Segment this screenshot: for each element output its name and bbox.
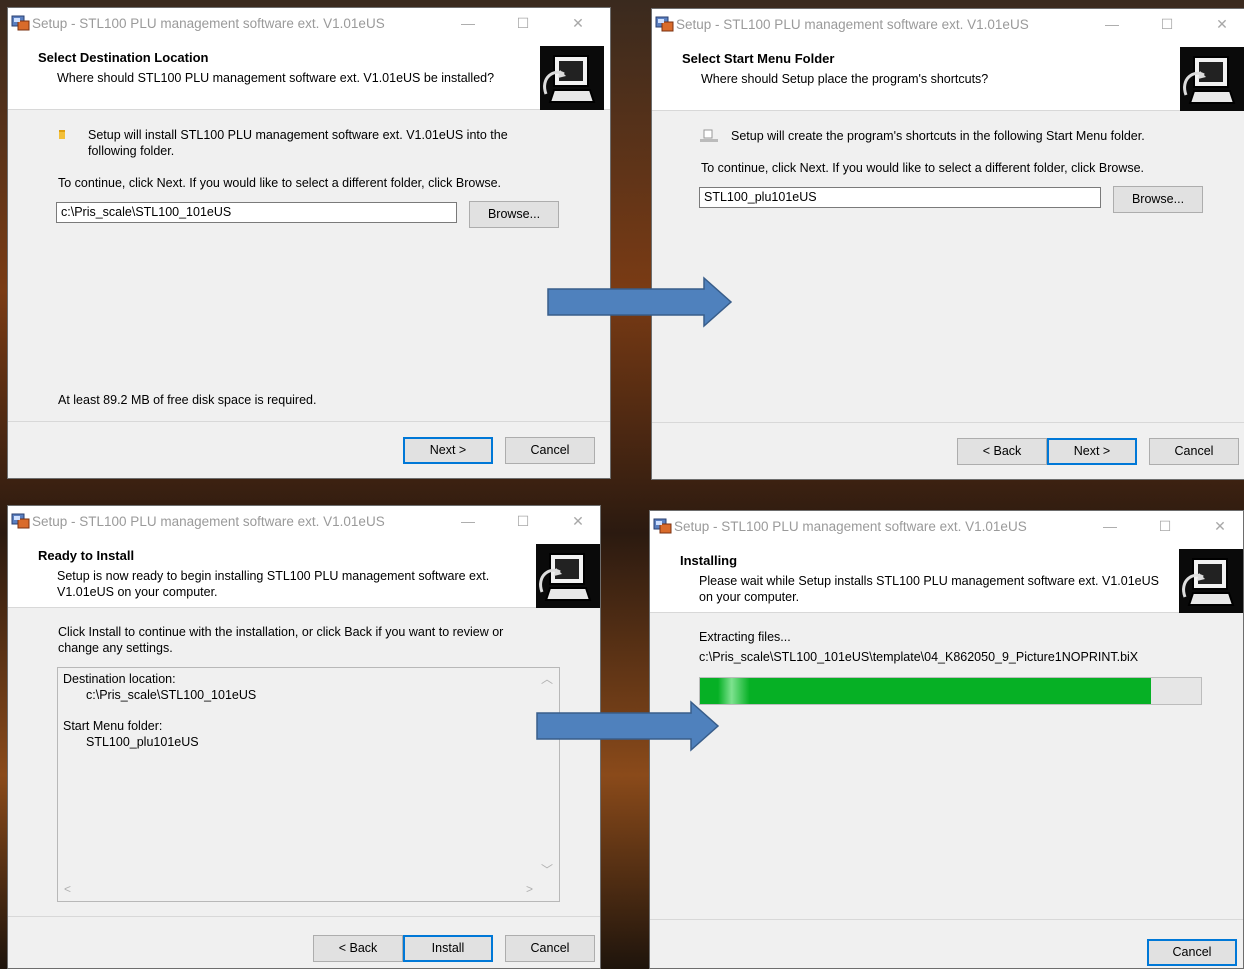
install-button[interactable]: Install — [403, 935, 493, 962]
start-menu-folder-input[interactable]: STL100_plu101eUS — [699, 187, 1101, 208]
computer-install-icon — [536, 544, 600, 608]
page-subtitle: Please wait while Setup installs STL100 … — [699, 574, 1159, 604]
current-file-text: c:\Pris_scale\STL100_101eUS\template\04_… — [699, 650, 1139, 664]
computer-install-icon — [1179, 549, 1243, 613]
footer-divider — [650, 919, 1243, 920]
computer-install-icon — [540, 46, 604, 110]
scroll-left-icon[interactable]: < — [64, 882, 71, 896]
close-icon[interactable]: ✕ — [1210, 517, 1230, 535]
instruction-text: Click Install to continue with the insta… — [58, 625, 504, 655]
progress-fill — [700, 678, 1151, 704]
settings-summary-box[interactable]: Destination location: c:\Pris_scale\STL1… — [57, 667, 560, 902]
maximize-icon[interactable]: ☐ — [1155, 517, 1175, 535]
cancel-button[interactable]: Cancel — [1147, 939, 1237, 966]
window-title: Setup - STL100 PLU management software e… — [676, 17, 1029, 32]
right-arrow-icon — [536, 700, 720, 752]
right-arrow-icon — [547, 276, 733, 328]
minimize-icon[interactable]: — — [1102, 15, 1122, 33]
cancel-button[interactable]: Cancel — [505, 437, 595, 464]
wizard-header: Installing Please wait while Setup insta… — [650, 543, 1243, 613]
setup-app-icon — [653, 518, 672, 534]
status-text: Extracting files... — [699, 630, 791, 644]
install-progress-bar — [699, 677, 1202, 705]
minimize-icon[interactable]: — — [458, 14, 478, 32]
destination-label: Destination location: — [63, 672, 176, 686]
instruction-text: To continue, click Next. If you would li… — [58, 176, 502, 190]
info-text: Setup will create the program's shortcut… — [731, 129, 1145, 143]
close-icon[interactable]: ✕ — [1212, 15, 1232, 33]
title-bar[interactable]: Setup - STL100 PLU management software e… — [650, 511, 1243, 543]
window-title: Setup - STL100 PLU management software e… — [32, 514, 385, 529]
scroll-right-icon[interactable]: > — [526, 882, 533, 896]
page-subtitle: Where should Setup place the program's s… — [701, 72, 989, 86]
maximize-icon[interactable]: ☐ — [513, 14, 533, 32]
disk-space-text: At least 89.2 MB of free disk space is r… — [58, 393, 317, 407]
back-button[interactable]: < Back — [957, 438, 1047, 465]
instruction-text: To continue, click Next. If you would li… — [701, 161, 1145, 175]
setup-window-start-menu: Setup - STL100 PLU management software e… — [651, 8, 1244, 480]
computer-install-icon — [1180, 47, 1244, 111]
title-bar[interactable]: Setup - STL100 PLU management software e… — [652, 9, 1244, 41]
page-title: Select Start Menu Folder — [682, 51, 835, 66]
minimize-icon[interactable]: — — [458, 512, 478, 530]
setup-app-icon — [11, 513, 30, 529]
close-icon[interactable]: ✕ — [568, 512, 588, 530]
footer-divider — [8, 916, 600, 917]
info-text: Setup will install STL100 PLU management… — [88, 128, 508, 158]
scroll-down-icon[interactable]: ﹀ — [541, 861, 553, 878]
footer-divider — [8, 421, 610, 422]
page-subtitle: Where should STL100 PLU management softw… — [57, 71, 495, 85]
destination-value: c:\Pris_scale\STL100_101eUS — [86, 688, 257, 702]
wizard-header: Select Start Menu Folder Where should Se… — [652, 41, 1244, 111]
cancel-button[interactable]: Cancel — [1149, 438, 1239, 465]
setup-window-ready: Setup - STL100 PLU management software e… — [7, 505, 601, 969]
maximize-icon[interactable]: ☐ — [1157, 15, 1177, 33]
start-menu-folder-icon — [700, 129, 718, 142]
wizard-header: Ready to Install Setup is now ready to b… — [8, 538, 600, 608]
footer-divider — [652, 422, 1244, 423]
browse-button[interactable]: Browse... — [1113, 186, 1203, 213]
wizard-header: Select Destination Location Where should… — [8, 40, 610, 110]
window-title: Setup - STL100 PLU management software e… — [32, 16, 385, 31]
destination-path-input[interactable]: c:\Pris_scale\STL100_101eUS — [56, 202, 457, 223]
back-button[interactable]: < Back — [313, 935, 403, 962]
page-title: Select Destination Location — [38, 50, 209, 65]
start-menu-label: Start Menu folder: — [63, 719, 163, 733]
start-menu-value: STL100_plu101eUS — [86, 735, 199, 749]
setup-window-destination: Setup - STL100 PLU management software e… — [7, 7, 611, 479]
title-bar[interactable]: Setup - STL100 PLU management software e… — [8, 506, 600, 538]
maximize-icon[interactable]: ☐ — [513, 512, 533, 530]
scroll-up-icon[interactable]: ︿ — [541, 670, 553, 687]
minimize-icon[interactable]: — — [1100, 517, 1120, 535]
next-button[interactable]: Next > — [403, 437, 493, 464]
title-bar[interactable]: Setup - STL100 PLU management software e… — [8, 8, 610, 40]
cancel-button[interactable]: Cancel — [505, 935, 595, 962]
window-title: Setup - STL100 PLU management software e… — [674, 519, 1027, 534]
setup-window-installing: Setup - STL100 PLU management software e… — [649, 510, 1244, 969]
setup-app-icon — [11, 15, 30, 31]
close-icon[interactable]: ✕ — [568, 14, 588, 32]
setup-app-icon — [655, 16, 674, 32]
page-title: Installing — [680, 553, 738, 568]
next-button[interactable]: Next > — [1047, 438, 1137, 465]
page-subtitle: Setup is now ready to begin installing S… — [57, 569, 490, 599]
folder-icon — [59, 130, 65, 139]
browse-button[interactable]: Browse... — [469, 201, 559, 228]
page-title: Ready to Install — [38, 548, 135, 563]
